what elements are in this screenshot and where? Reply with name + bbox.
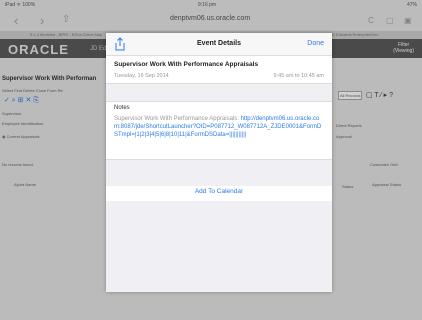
event-title: Supervisor Work With Performance Apprais… [114, 61, 259, 68]
dialog-empty-area [106, 201, 332, 292]
event-date: Tuesday, 16 Sep 2014 [114, 73, 169, 79]
section-separator [106, 83, 332, 102]
done-button[interactable]: Done [307, 40, 324, 47]
dialog-title: Event Details [197, 40, 241, 47]
dialog-header: Event Details Done [106, 33, 332, 56]
event-details-dialog: Event Details Done Supervisor Work With … [106, 33, 332, 292]
notes-text: Supervisor Work With Performance Apprais… [114, 115, 324, 139]
notes-prefix: Supervisor Work With Performance Apprais… [114, 116, 241, 122]
section-separator [106, 159, 332, 186]
event-time: 9:45 am to 10:45 am [273, 73, 324, 79]
notes-label: Notes [114, 105, 130, 111]
add-to-calendar-button[interactable]: Add To Calendar [106, 188, 332, 195]
